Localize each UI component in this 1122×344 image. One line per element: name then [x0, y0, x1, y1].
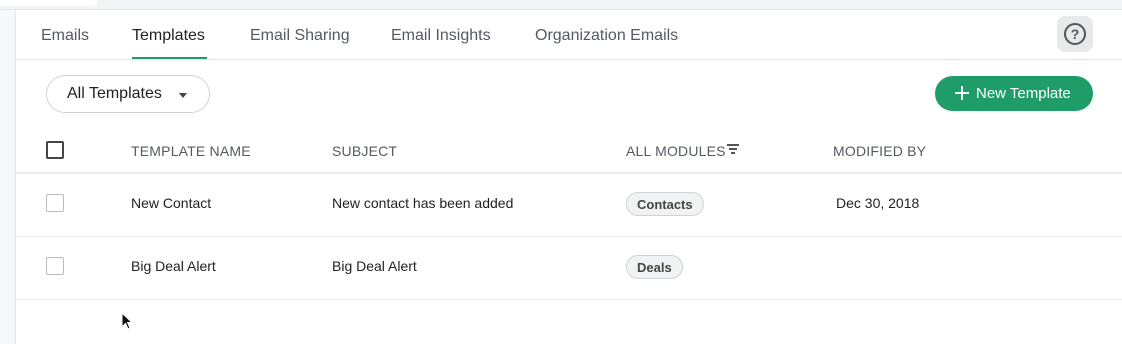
tab-email-insights[interactable]: Email Insights	[391, 27, 491, 45]
module-badge: Contacts	[626, 192, 704, 216]
table-header: TEMPLATE NAME SUBJECT ALL MODULES MODIFI…	[16, 128, 1122, 174]
template-name[interactable]: Big Deal Alert	[131, 258, 216, 274]
template-subject: New contact has been added	[332, 195, 514, 211]
plus-icon	[955, 86, 969, 100]
new-template-label: New Template	[976, 85, 1071, 102]
row-checkbox[interactable]	[46, 257, 64, 275]
tab-emails[interactable]: Emails	[41, 27, 89, 45]
modified-date: Dec 30, 2018	[836, 195, 920, 211]
table-row[interactable]: Big Deal Alert Big Deal Alert Deals	[16, 237, 1122, 300]
question-circle-icon: ?	[1064, 23, 1086, 45]
row-checkbox[interactable]	[46, 194, 64, 212]
filter-icon[interactable]	[727, 144, 739, 155]
tab-templates[interactable]: Templates	[132, 27, 205, 45]
mouse-pointer-icon	[121, 312, 134, 330]
left-sidebar	[0, 10, 16, 344]
top-strip-notch	[0, 0, 98, 6]
select-all-checkbox[interactable]	[46, 141, 64, 159]
template-name[interactable]: New Contact	[131, 195, 211, 211]
table-row[interactable]: New Contact New contact has been added C…	[16, 174, 1122, 237]
tab-organization-emails[interactable]: Organization Emails	[535, 27, 678, 45]
column-header-subject[interactable]: SUBJECT	[332, 143, 397, 159]
tab-email-sharing[interactable]: Email Sharing	[250, 27, 350, 45]
module-badge: Deals	[626, 255, 683, 279]
help-button[interactable]: ?	[1057, 16, 1093, 52]
column-header-modified-by[interactable]: MODIFIED BY	[833, 143, 926, 159]
template-filter-label: All Templates	[67, 85, 162, 102]
column-header-template-name[interactable]: TEMPLATE NAME	[131, 143, 251, 159]
template-subject: Big Deal Alert	[332, 258, 417, 274]
caret-down-icon	[179, 93, 187, 98]
tab-bar: Emails Templates Email Sharing Email Ins…	[16, 10, 1122, 60]
top-strip	[0, 0, 1122, 10]
template-filter-dropdown[interactable]: All Templates	[46, 75, 210, 113]
active-tab-underline	[132, 57, 207, 59]
column-header-all-modules[interactable]: ALL MODULES	[626, 143, 726, 159]
new-template-button[interactable]: New Template	[935, 76, 1093, 111]
